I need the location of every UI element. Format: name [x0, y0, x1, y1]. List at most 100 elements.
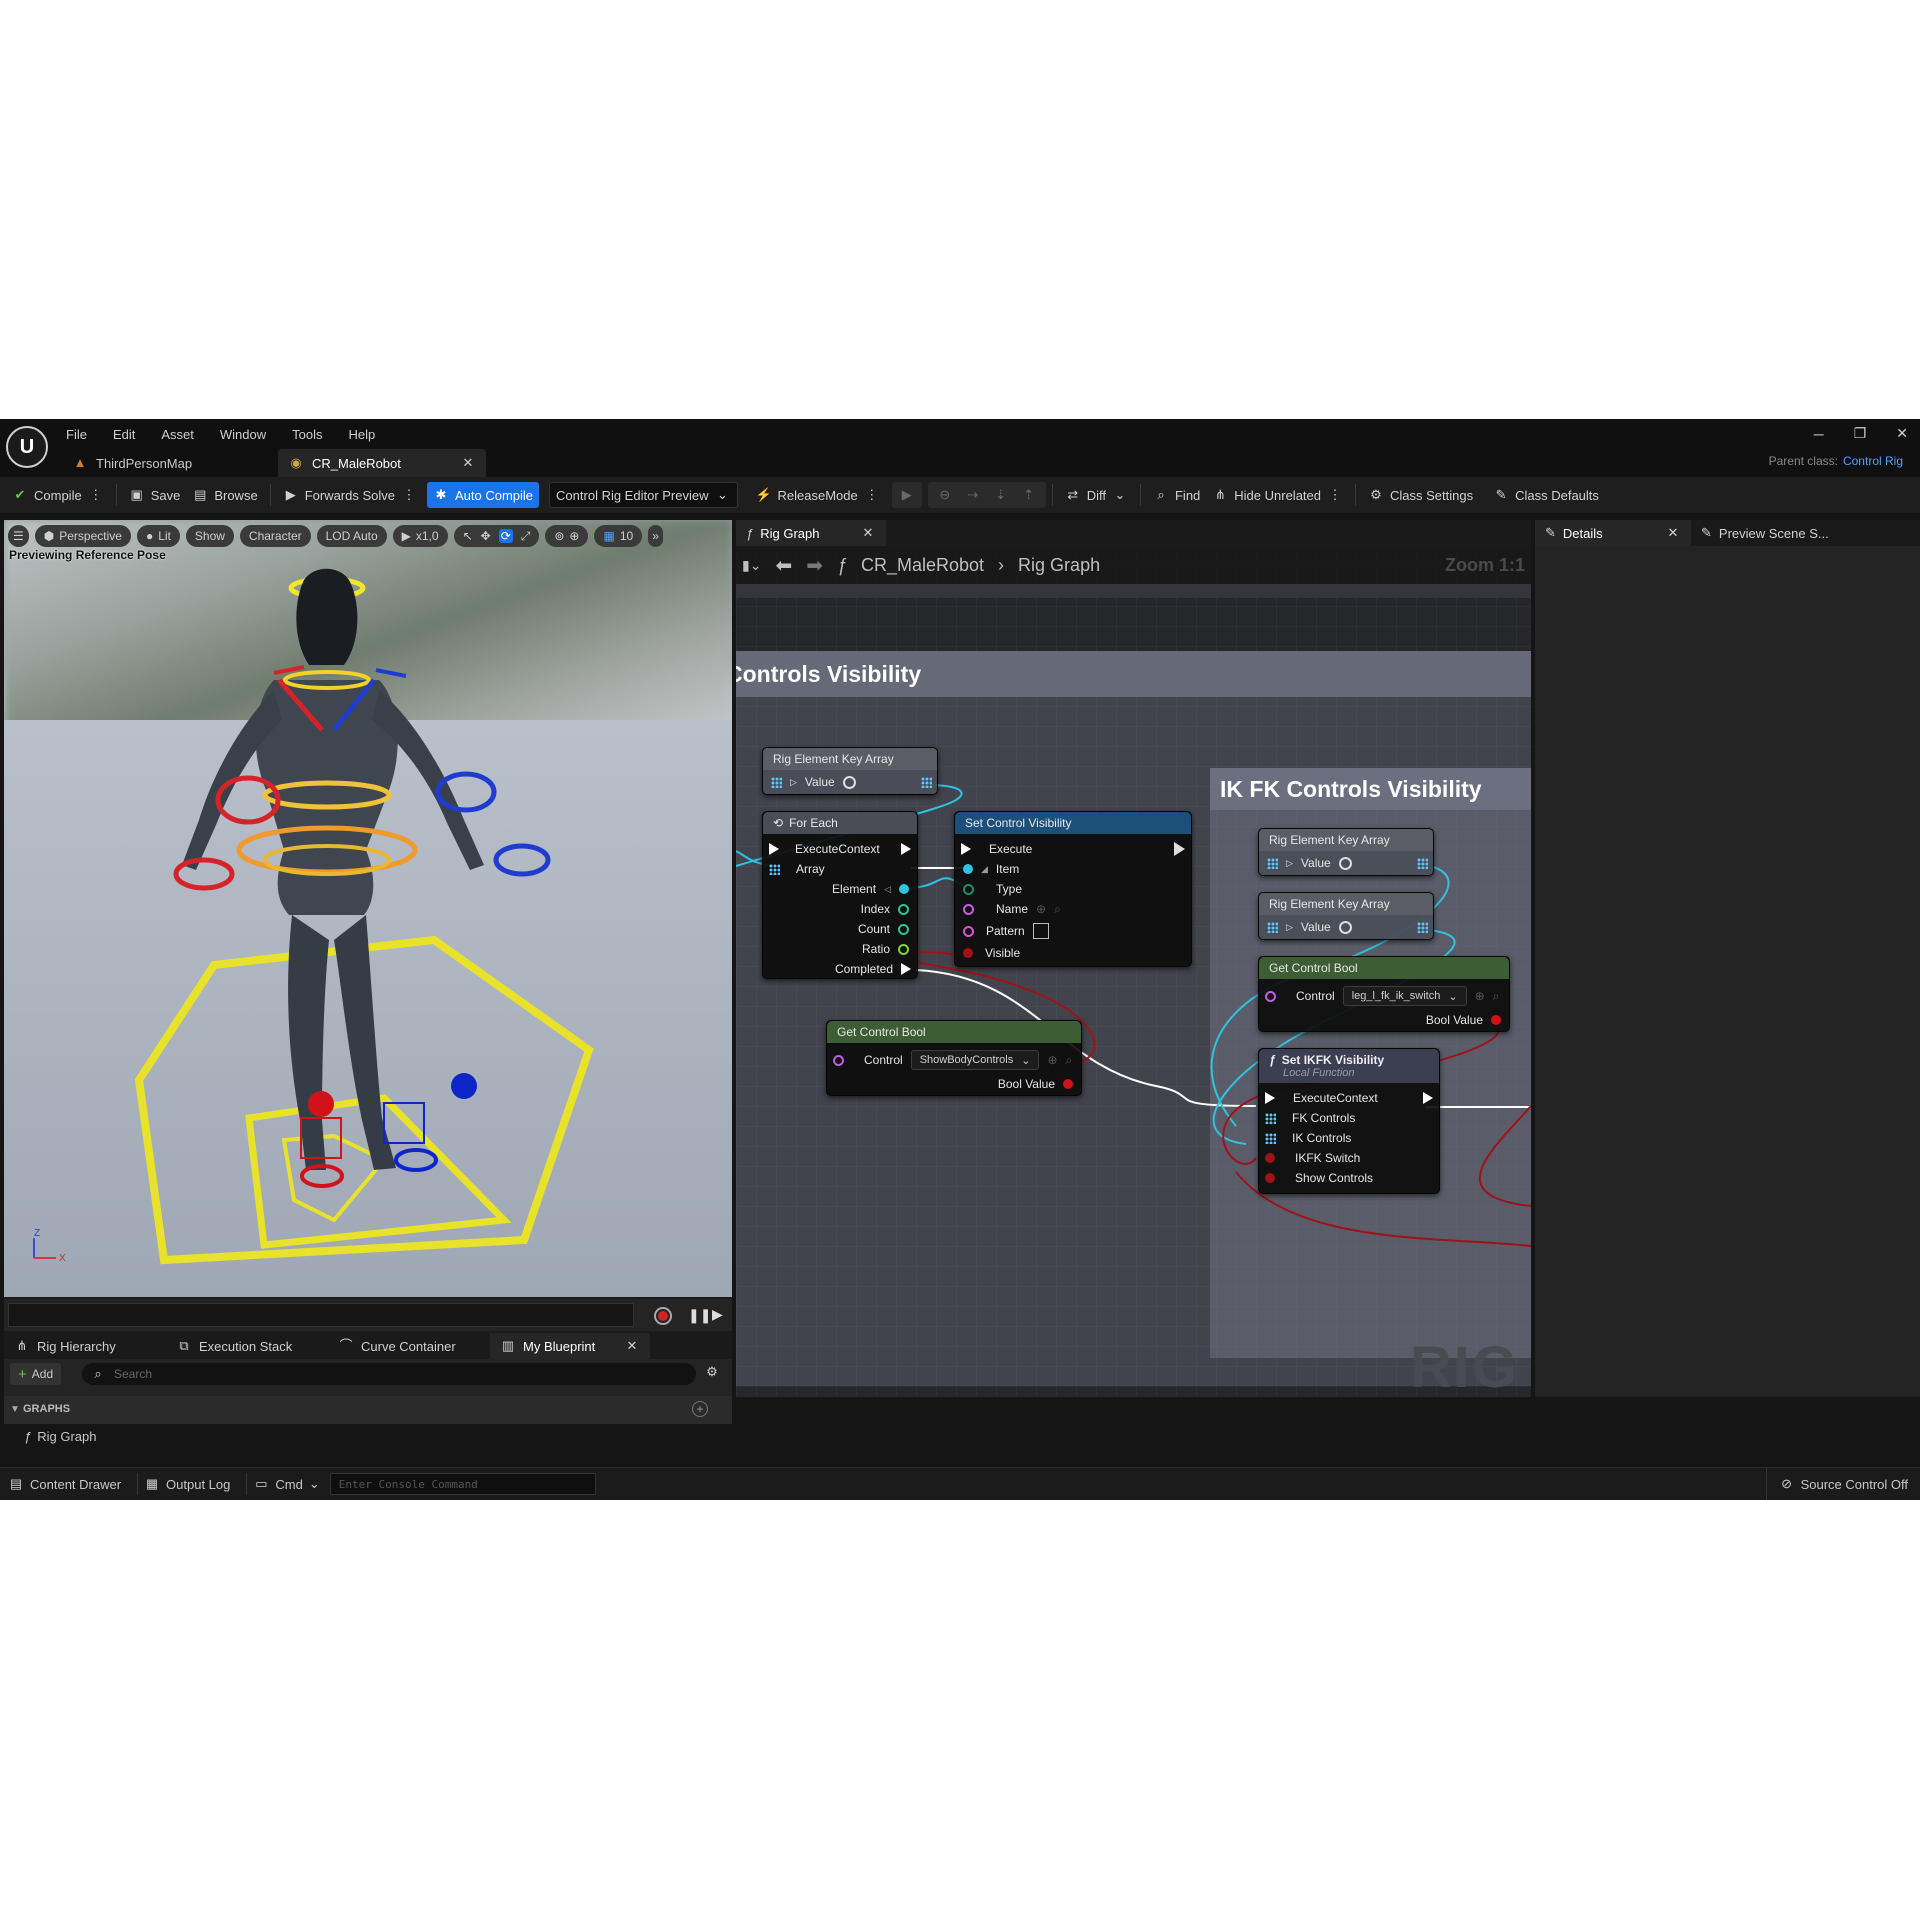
tab-cr-male-robot[interactable]: ◉ CR_MaleRobot ✕: [278, 449, 486, 477]
cmd-select[interactable]: ▭ Cmd ⌄: [253, 1476, 329, 1492]
search-icon[interactable]: ⌕: [1066, 1053, 1073, 1068]
lod-button[interactable]: LOD Auto: [316, 525, 387, 547]
character-button[interactable]: Character: [239, 525, 311, 547]
restore-button[interactable]: ❐: [1854, 425, 1867, 442]
find-button[interactable]: ⌕ Find: [1147, 482, 1206, 508]
pin-array-out[interactable]: [1417, 854, 1428, 872]
node-get-control-bool[interactable]: Get Control Bool Control ShowBodyControl…: [826, 1020, 1082, 1096]
pin-value[interactable]: ▷ Value: [1267, 854, 1352, 872]
menu-help[interactable]: Help: [348, 427, 375, 442]
kebab-icon[interactable]: ⋮: [401, 487, 417, 503]
pin-execute-context-in[interactable]: ExecuteContext: [769, 840, 880, 858]
content-drawer-button[interactable]: ▤ Content Drawer: [8, 1476, 131, 1492]
show-button[interactable]: Show: [185, 525, 234, 547]
debug-play-button[interactable]: ▶: [891, 482, 922, 508]
release-mode-button[interactable]: ⚡ ReleaseMode ⋮: [750, 482, 886, 508]
close-tab-icon[interactable]: ✕: [460, 455, 476, 471]
graphs-section[interactable]: ▼ GRAPHS +: [4, 1396, 732, 1424]
pattern-checkbox[interactable]: [1032, 923, 1049, 939]
step-forward-button[interactable]: ▶: [712, 1306, 723, 1323]
compile-button[interactable]: ✔ Compile ⋮: [6, 482, 110, 508]
viewport-more-button[interactable]: »: [648, 525, 663, 547]
graph-canvas[interactable]: ▮⌄ ⬅ ➡ ƒ CR_MaleRobot › Rig Graph Zoom 1…: [736, 546, 1531, 1397]
add-element-icon[interactable]: [1338, 920, 1352, 934]
pin-ikfk-switch[interactable]: IKFK Switch: [1265, 1149, 1360, 1167]
pin-show-controls[interactable]: Show Controls: [1265, 1169, 1373, 1187]
node-set-ikfk-visibility[interactable]: ƒ Set IKFK Visibility Local Function Exec…: [1258, 1048, 1440, 1194]
kebab-icon[interactable]: ⋮: [1327, 487, 1343, 503]
search-icon[interactable]: ⌕: [1493, 989, 1500, 1004]
tab-rig-hierarchy[interactable]: ⋔ Rig Hierarchy: [4, 1333, 166, 1359]
tab-rig-graph[interactable]: ƒ Rig Graph ✕: [736, 520, 886, 546]
tab-details[interactable]: ✎ Details ✕: [1535, 520, 1691, 546]
kebab-icon[interactable]: ⋮: [88, 487, 104, 503]
control-dropdown[interactable]: leg_l_fk_ik_switch ⌄: [1342, 986, 1467, 1006]
play-speed-button[interactable]: ▶ x1,0: [392, 525, 448, 547]
pin-bool-value[interactable]: Bool Value: [1426, 1011, 1501, 1029]
pin-name[interactable]: Name ⊕ ⌕: [963, 900, 1061, 918]
node-set-control-visibility[interactable]: Set Control Visibility Execute ◢ Item Typ…: [954, 811, 1192, 967]
minimize-button[interactable]: ─: [1814, 426, 1824, 442]
grid-snap-button[interactable]: ▦ 10: [594, 525, 643, 547]
lit-button[interactable]: ● Lit: [136, 525, 180, 547]
settings-gear-icon[interactable]: ⚙: [704, 1364, 720, 1380]
pin-fk-controls[interactable]: FK Controls: [1265, 1109, 1355, 1127]
menu-file[interactable]: File: [66, 427, 87, 442]
pin-item[interactable]: ◢ Item: [963, 860, 1019, 878]
auto-compile-toggle[interactable]: ✱ Auto Compile: [427, 482, 540, 508]
pin-value[interactable]: ▷ Value: [1267, 918, 1352, 936]
pin-execute-in[interactable]: Execute: [961, 840, 1032, 858]
select-icon[interactable]: ↖: [463, 529, 473, 543]
close-tab-icon[interactable]: ✕: [624, 1338, 640, 1354]
graph-item-rig-graph[interactable]: ƒ Rig Graph: [24, 1429, 96, 1444]
console-input[interactable]: Enter Console Command: [329, 1473, 596, 1495]
pin-bool-value[interactable]: Bool Value: [998, 1075, 1073, 1093]
tab-execution-stack[interactable]: ⧉ Execution Stack: [166, 1333, 328, 1359]
pause-button[interactable]: ❚❚: [688, 1307, 711, 1324]
pin-control[interactable]: Control leg_l_fk_ik_switch ⌄ ⊕ ⌕: [1265, 986, 1500, 1006]
node-rig-element-key-array-ik[interactable]: Rig Element Key Array ▷ Value: [1258, 892, 1434, 940]
pin-index[interactable]: Index: [861, 900, 909, 918]
snap-tools[interactable]: ⊚ ⊕: [545, 525, 589, 547]
add-icon[interactable]: ⊕: [1036, 902, 1046, 916]
tab-my-blueprint[interactable]: ▥ My Blueprint ✕: [490, 1333, 650, 1359]
viewport[interactable]: Z X Previewing Reference Pose: [4, 520, 732, 1297]
pin-visible[interactable]: Visible: [963, 944, 1020, 962]
add-element-icon[interactable]: [1338, 856, 1352, 870]
pin-completed[interactable]: Completed: [835, 960, 911, 978]
output-log-button[interactable]: ▦ Output Log: [144, 1476, 240, 1492]
search-icon[interactable]: ⌕: [1054, 902, 1061, 917]
pin-array-out[interactable]: [921, 773, 932, 791]
pin-element[interactable]: Element ◁: [832, 880, 909, 898]
viewport-menu-button[interactable]: ☰: [8, 525, 29, 547]
pin-count[interactable]: Count: [858, 920, 909, 938]
scale-icon[interactable]: ⤢: [521, 529, 531, 544]
translate-icon[interactable]: ✥: [481, 529, 491, 543]
add-icon[interactable]: ⊕: [1047, 1053, 1057, 1067]
source-control-button[interactable]: ⊘ Source Control Off: [1765, 1467, 1920, 1500]
blueprint-search[interactable]: ⌕ Search: [82, 1363, 696, 1385]
pin-ik-controls[interactable]: IK Controls: [1265, 1129, 1351, 1147]
add-icon[interactable]: ⊕: [1475, 989, 1485, 1003]
pin-pattern[interactable]: Pattern: [963, 922, 1049, 940]
save-button[interactable]: ▣ Save: [123, 482, 187, 508]
node-rig-element-key-array[interactable]: Rig Element Key Array ▷ Value: [762, 747, 938, 795]
pin-execute-out[interactable]: [1174, 840, 1185, 858]
class-settings-button[interactable]: ⚙ Class Settings: [1362, 482, 1479, 508]
parent-class-link[interactable]: Control Rig: [1843, 454, 1903, 468]
forwards-solve-button[interactable]: ▶ Forwards Solve ⋮: [277, 482, 423, 508]
record-button[interactable]: [654, 1307, 672, 1325]
add-element-icon[interactable]: [842, 775, 856, 789]
close-tab-icon[interactable]: ✕: [1665, 525, 1681, 541]
add-graph-icon[interactable]: +: [692, 1401, 708, 1417]
preview-select[interactable]: Control Rig Editor Preview ⌄: [549, 482, 738, 508]
control-dropdown[interactable]: ShowBodyControls ⌄: [910, 1050, 1040, 1070]
perspective-button[interactable]: ⬢ Perspective: [34, 525, 131, 547]
tab-preview-scene[interactable]: ✎ Preview Scene S...: [1691, 520, 1851, 546]
diff-button[interactable]: ⇄ Diff ⌄: [1059, 482, 1134, 508]
menu-window[interactable]: Window: [220, 427, 266, 442]
pin-execute-context-in[interactable]: ExecuteContext: [1265, 1089, 1378, 1107]
menu-tools[interactable]: Tools: [292, 427, 322, 442]
node-get-control-bool-switch[interactable]: Get Control Bool Control leg_l_fk_ik_swi…: [1258, 956, 1510, 1032]
pin-control[interactable]: Control ShowBodyControls ⌄ ⊕ ⌕: [833, 1050, 1073, 1070]
